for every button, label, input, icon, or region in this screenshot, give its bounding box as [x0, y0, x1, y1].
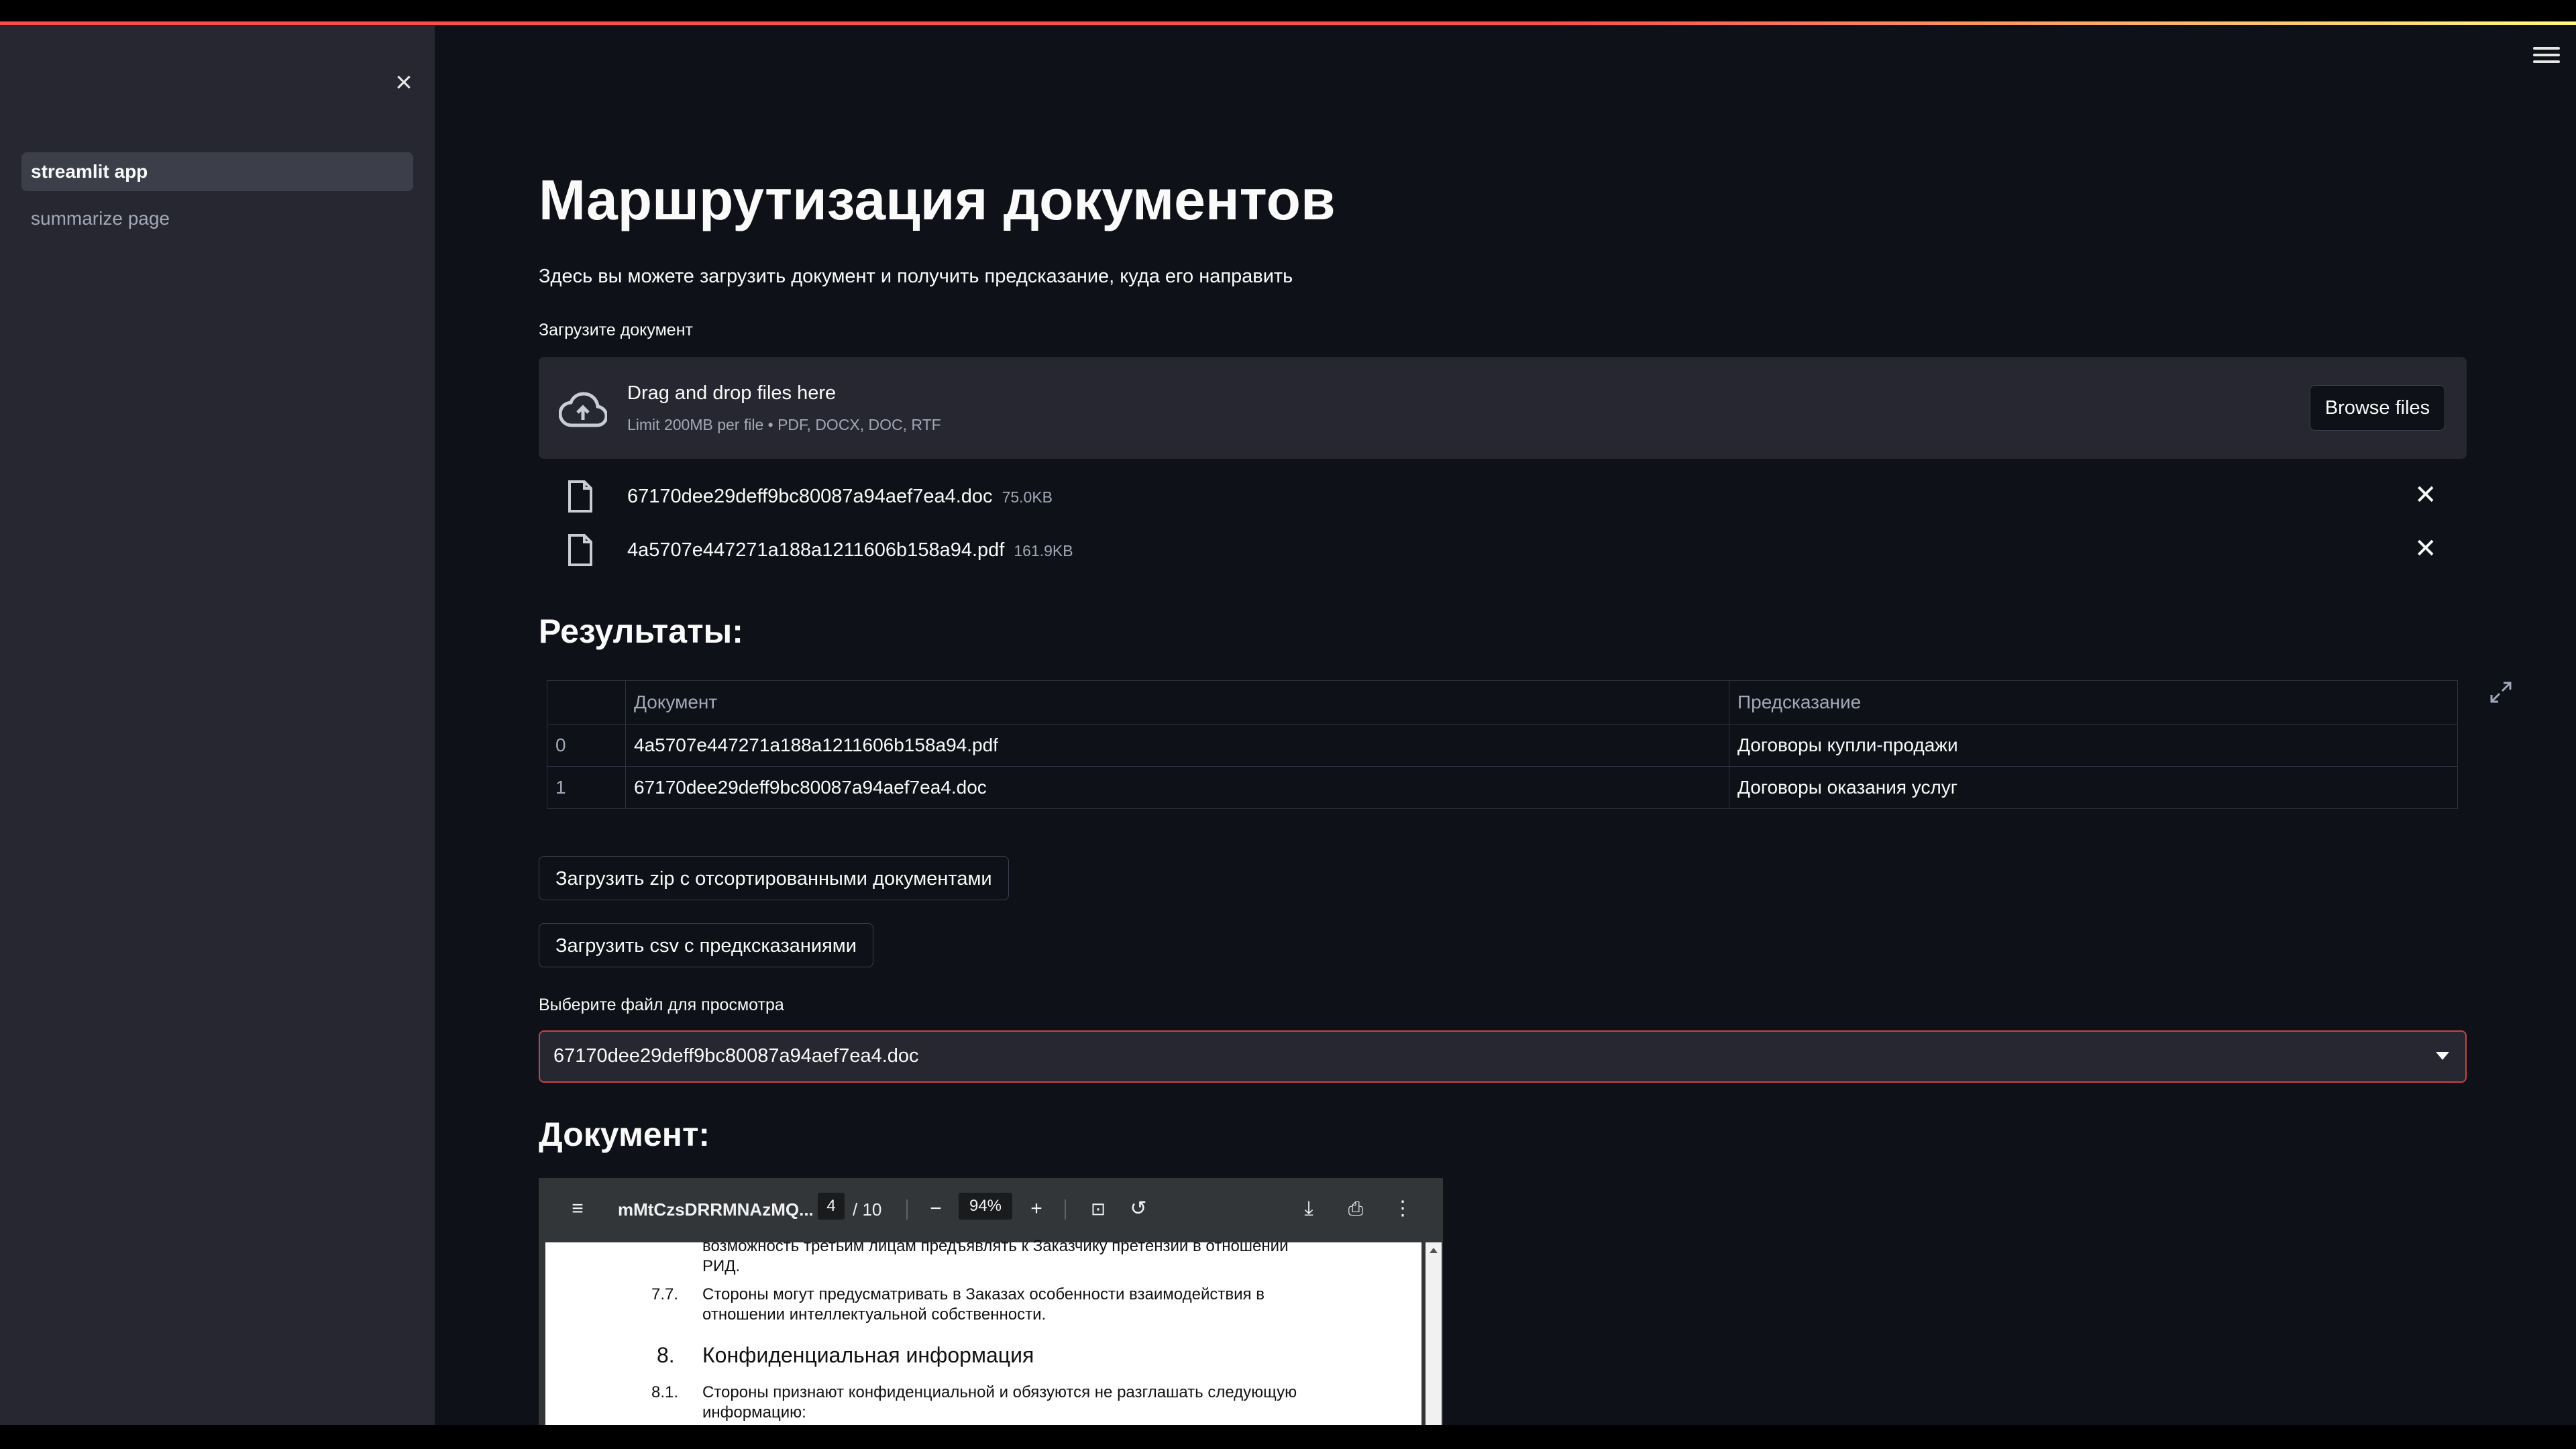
fit-page-icon[interactable]: ⊡	[1086, 1197, 1110, 1221]
file-name: 67170dee29deff9bc80087a94aef7ea4.doc	[627, 486, 993, 507]
table-row[interactable]: 0 4a5707e447271a188a1211606b158a94.pdf Д…	[547, 724, 2458, 767]
pdf-toolbar: ≡ mMtCzsDRRMNAzMQ... 4 / 10 − 94% + ⊡ ↺ …	[539, 1178, 1443, 1242]
column-header-prediction[interactable]: Предсказание	[1729, 680, 2458, 724]
pdf-text-line: Стороны могут предусматривать в Заказах …	[702, 1285, 1265, 1303]
pdf-text-line: отношении интеллектуальной собственности…	[702, 1305, 1046, 1324]
file-uploader-dropzone[interactable]: Drag and drop files here Limit 200MB per…	[539, 357, 2467, 459]
pdf-clause-number: 7.7.	[651, 1285, 679, 1303]
close-sidebar-icon[interactable]: ×	[389, 68, 419, 97]
dropzone-title: Drag and drop files here	[627, 382, 837, 404]
browse-files-button[interactable]: Browse files	[2310, 385, 2445, 431]
toolbar-divider	[1065, 1199, 1066, 1220]
table-row[interactable]: 1 67170dee29deff9bc80087a94aef7ea4.doc Д…	[547, 766, 2458, 809]
menu-icon[interactable]: ≡	[566, 1197, 590, 1221]
file-name: 4a5707e447271a188a1211606b158a94.pdf	[627, 539, 1005, 561]
toolbar-divider	[906, 1199, 908, 1220]
page-title: Маршрутизация документов	[539, 168, 1336, 231]
column-header-index	[547, 680, 626, 724]
pdf-zoom-input[interactable]: 94%	[959, 1193, 1012, 1220]
results-heading: Результаты:	[539, 612, 743, 650]
sidebar: × streamlit app summarize page	[0, 25, 435, 1425]
sidebar-item-label: summarize page	[31, 208, 170, 229]
document-heading: Документ:	[539, 1116, 710, 1153]
cell-document[interactable]: 67170dee29deff9bc80087a94aef7ea4.doc	[625, 766, 1729, 809]
top-bar	[0, 0, 2576, 25]
uploaded-file-item: 4a5707e447271a188a1211606b158a94.pdf 161.…	[539, 530, 2467, 570]
fullscreen-icon[interactable]	[2486, 678, 2516, 707]
column-header-document[interactable]: Документ	[625, 680, 1729, 724]
cell-prediction[interactable]: Договоры оказания услуг	[1729, 766, 2458, 809]
cell-document[interactable]: 4a5707e447271a188a1211606b158a94.pdf	[625, 724, 1729, 767]
pdf-text-line: Стороны признают конфиденциальной и обяз…	[702, 1383, 1297, 1401]
results-table[interactable]: Документ Предсказание 0 4a5707e447271a18…	[547, 680, 2458, 809]
main-menu-icon[interactable]	[2533, 43, 2560, 67]
page-subtitle: Здесь вы можете загрузить документ и пол…	[539, 266, 1293, 287]
pdf-text-line: РИД.	[702, 1257, 741, 1275]
sidebar-item-summarize-page[interactable]: summarize page	[21, 199, 413, 238]
more-options-icon[interactable]: ⋮	[1391, 1197, 1415, 1221]
pdf-scrollbar[interactable]	[1426, 1242, 1442, 1425]
zoom-out-icon[interactable]: −	[924, 1197, 948, 1221]
file-size: 75.0KB	[1002, 488, 1053, 506]
selected-file-value: 67170dee29deff9bc80087a94aef7ea4.doc	[553, 1045, 919, 1067]
cell-prediction[interactable]: Договоры купли-продажи	[1729, 724, 2458, 767]
uploaded-file-item: 67170dee29deff9bc80087a94aef7ea4.doc 75.0…	[539, 476, 2467, 517]
remove-file-icon[interactable]: ✕	[2414, 480, 2437, 510]
pdf-text-line: информацию:	[702, 1403, 806, 1421]
download-csv-button[interactable]: Загрузить csv с предксказаниями	[539, 923, 873, 967]
chevron-down-icon[interactable]	[2436, 1052, 2449, 1060]
file-icon	[568, 534, 592, 566]
pdf-filename: mMtCzsDRRMNAzMQ...	[618, 1199, 814, 1220]
bottom-bar	[0, 1425, 2576, 1449]
pdf-page-total: / 10	[853, 1199, 882, 1220]
sidebar-item-label: streamlit app	[31, 161, 148, 182]
rotate-icon[interactable]: ↺	[1126, 1197, 1150, 1221]
file-size: 161.9KB	[1014, 542, 1073, 559]
select-file-label: Выберите файл для просмотра	[539, 996, 784, 1014]
sidebar-item-streamlit-app[interactable]: streamlit app	[21, 152, 413, 191]
pdf-page: возможность третьим лицам предъявлять к …	[545, 1237, 1421, 1425]
pdf-clause-number: 8.1.	[651, 1383, 679, 1401]
pdf-section-heading: Конфиденциальная информация	[702, 1343, 1034, 1367]
print-icon[interactable]: ⎙	[1344, 1197, 1368, 1221]
file-icon	[568, 480, 592, 513]
file-select-dropdown[interactable]: 67170dee29deff9bc80087a94aef7ea4.doc	[539, 1030, 2467, 1083]
zoom-in-icon[interactable]: +	[1024, 1197, 1049, 1221]
dropzone-limit: Limit 200MB per file • PDF, DOCX, DOC, R…	[627, 416, 941, 433]
pdf-page-input[interactable]: 4	[818, 1193, 845, 1220]
upload-label: Загрузите документ	[539, 321, 693, 339]
pdf-viewer[interactable]: ≡ mMtCzsDRRMNAzMQ... 4 / 10 − 94% + ⊡ ↺ …	[539, 1178, 1443, 1425]
pdf-text-line: возможность третьим лицам предъявлять к …	[702, 1237, 1289, 1255]
download-icon[interactable]: ⤓	[1297, 1197, 1321, 1221]
remove-file-icon[interactable]: ✕	[2414, 534, 2437, 564]
row-index: 1	[547, 766, 626, 809]
row-index: 0	[547, 724, 626, 767]
scroll-up-icon[interactable]	[1430, 1248, 1438, 1253]
download-zip-button[interactable]: Загрузить zip с отсортированными докумен…	[539, 856, 1009, 900]
cloud-upload-icon	[559, 392, 607, 427]
pdf-section-number: 8.	[657, 1343, 675, 1367]
table-header-row: Документ Предсказание	[547, 680, 2458, 724]
